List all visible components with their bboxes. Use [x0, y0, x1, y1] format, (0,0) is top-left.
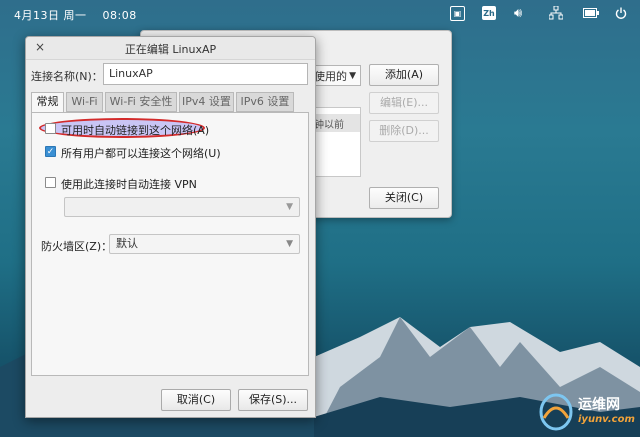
chevron-down-icon: ▼ [349, 71, 356, 81]
firewall-zone-select[interactable]: 默认 ▼ [109, 234, 300, 254]
vpn-checkbox[interactable] [45, 177, 56, 188]
watermark-name: 运维网 [578, 397, 620, 413]
all-users-checkbox[interactable]: ✓ [45, 146, 56, 157]
save-button[interactable]: 保存(S)... [238, 389, 308, 411]
connection-type-combo[interactable]: 使用的 ▼ [309, 65, 361, 86]
screenshot-icon[interactable]: ▣ [450, 6, 465, 21]
vpn-select[interactable]: ▼ [64, 197, 300, 217]
connection-name-input[interactable]: LinuxAP [103, 63, 308, 85]
connection-name-label: 连接名称(N)： [31, 70, 103, 83]
general-tab-panel: 可用时自动链接到这个网络(A) ✓ 所有用户都可以连接这个网络(U) 使用此连接… [31, 112, 309, 376]
power-icon[interactable] [614, 5, 628, 21]
tab-wifi[interactable]: Wi-Fi [66, 92, 103, 112]
vpn-label[interactable]: 使用此连接时自动连接 VPN [61, 176, 197, 192]
connection-list[interactable]: 钟以前 [309, 107, 361, 177]
watermark-site: iyunv.com [578, 414, 635, 425]
all-users-label[interactable]: 所有用户都可以连接这个网络(U) [61, 145, 221, 161]
combo-value: 使用的 [314, 70, 347, 83]
battery-icon[interactable] [582, 5, 600, 21]
delete-button[interactable]: 删除(D)... [369, 120, 439, 142]
time-text: 08:08 [102, 9, 137, 22]
network-icon[interactable] [548, 5, 564, 21]
dialog-titlebar[interactable]: × 正在编辑 LinuxAP [26, 37, 315, 60]
clock[interactable]: 4月13日 周一 08:08 [14, 7, 137, 23]
edit-button[interactable]: 编辑(E)... [369, 92, 439, 114]
chevron-down-icon: ▼ [286, 239, 293, 249]
list-cell-last-used: 钟以前 [314, 120, 344, 131]
weekday-text: 周一 [63, 9, 87, 22]
chevron-down-icon: ▼ [286, 202, 293, 212]
edit-connection-dialog: × 正在编辑 LinuxAP 连接名称(N)： LinuxAP 常规 Wi-Fi… [25, 36, 316, 418]
auto-connect-checkbox[interactable] [45, 123, 56, 134]
cancel-button[interactable]: 取消(C) [161, 389, 231, 411]
tab-ipv6-settings[interactable]: IPv6 设置 [236, 92, 294, 112]
tab-ipv4-settings[interactable]: IPv4 设置 [179, 92, 234, 112]
top-panel: 4月13日 周一 08:08 ▣ Zh 🔊︎ [0, 0, 640, 28]
watermark-logo-icon [539, 393, 573, 431]
add-button[interactable]: 添加(A) [369, 64, 439, 86]
firewall-zone-label: 防火墙区(Z)： [41, 240, 113, 253]
tab-wifi-security[interactable]: Wi-Fi 安全性 [105, 92, 177, 112]
firewall-zone-value: 默认 [116, 237, 138, 250]
date-text: 4月13日 [14, 9, 60, 22]
tab-general[interactable]: 常规 [31, 92, 64, 113]
volume-icon[interactable]: 🔊︎ [514, 5, 522, 21]
input-method-indicator[interactable]: Zh [482, 6, 496, 20]
auto-connect-label[interactable]: 可用时自动链接到这个网络(A) [61, 122, 209, 138]
site-watermark: 运维网 iyunv.com [538, 388, 638, 436]
close-button[interactable]: 关闭(C) [369, 187, 439, 209]
dialog-title: 正在编辑 LinuxAP [124, 43, 217, 56]
